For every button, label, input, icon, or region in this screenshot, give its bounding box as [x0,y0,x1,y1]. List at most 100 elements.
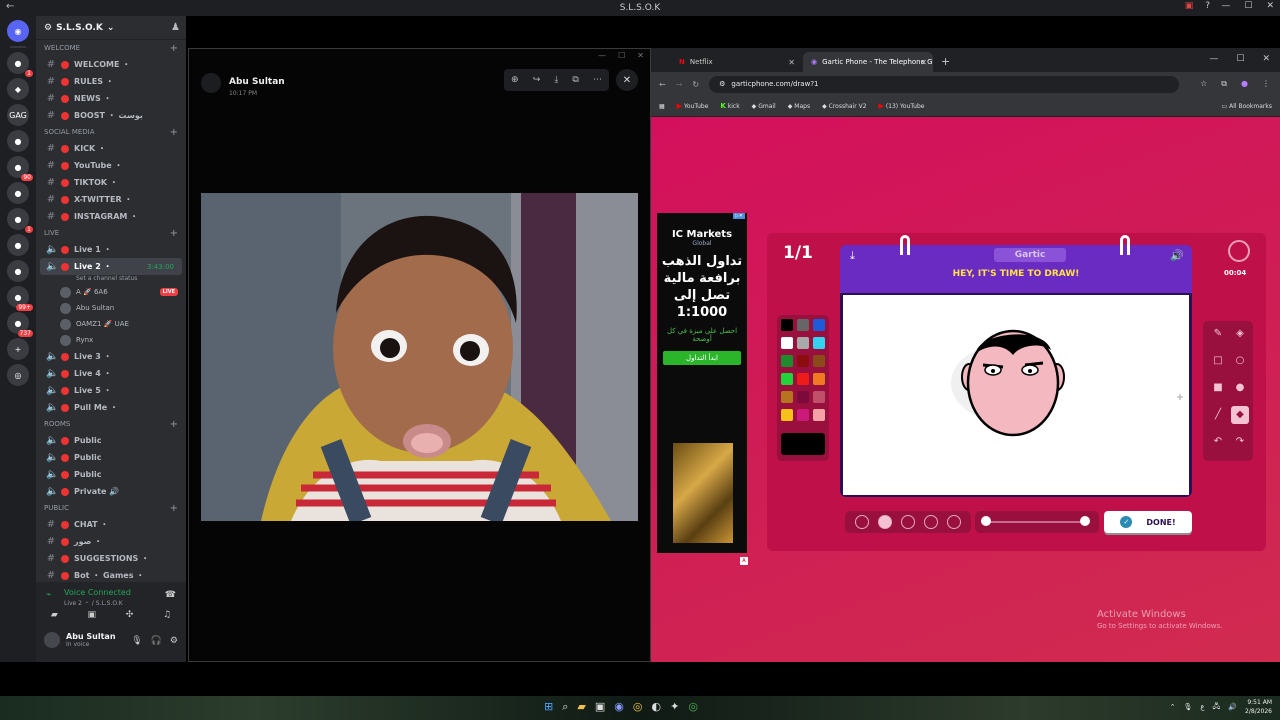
app-icon[interactable]: ✦ [670,700,679,714]
slider-handle[interactable] [1080,516,1090,526]
soundboard-icon[interactable]: ♫ [163,610,171,624]
color-swatch[interactable] [781,391,793,403]
color-swatch[interactable] [813,337,825,349]
minimize-icon[interactable]: — [1209,54,1218,64]
discord-icon[interactable]: ◉ [614,700,624,714]
maximize-icon[interactable]: ☐ [618,51,625,60]
avatar[interactable] [60,286,71,298]
back-arrow-icon[interactable]: ← [6,1,14,12]
plus-icon[interactable]: + [170,43,178,54]
channel-item[interactable]: # RULES ・ [36,73,186,90]
add-server-icon[interactable]: + [7,338,29,360]
channel-item[interactable]: # YouTube ・ [36,157,186,174]
color-swatch[interactable] [797,319,809,331]
channel-item[interactable]: 🔈 Live 3 ・ [36,348,186,365]
windows-start-icon[interactable]: ⊞ [544,700,553,714]
channel-item[interactable]: # TIKTOK ・ [36,174,186,191]
voice-connection[interactable]: ⌁ Voice Connected Live 2 ・ / S.L.S.O.K ☎ [36,582,186,607]
channel-item[interactable]: # KICK ・ [36,140,186,157]
size-option[interactable] [878,515,892,529]
category-rooms[interactable]: ROOMS + [36,416,186,432]
channel-item[interactable]: 🔈 Live 4 ・ [36,365,186,382]
ad-cta-button[interactable]: ابدأ التداول [663,351,741,365]
user-panel[interactable]: Abu Sultan In voice 🎙 🎧 ⚙ [36,624,186,648]
explore-icon[interactable]: ◎ [7,364,29,386]
close-viewer-button[interactable]: ✕ [616,69,638,91]
back-icon[interactable]: ← [659,80,666,89]
slider-handle[interactable] [981,516,991,526]
plus-icon[interactable]: + [170,503,178,514]
plus-icon[interactable]: + [170,127,178,138]
add-member-icon[interactable]: ♟ [171,22,180,33]
server-icon[interactable]: ◉ [7,20,29,42]
forward-icon[interactable]: ↪ [533,75,541,85]
chrome-active-icon[interactable]: ◎ [688,700,698,714]
color-swatch[interactable] [797,355,809,367]
color-swatch[interactable] [781,355,793,367]
minimize-icon[interactable]: — [598,51,606,60]
plus-icon[interactable]: + [170,419,178,430]
steam-icon[interactable]: ◐ [651,700,661,714]
all-bookmarks[interactable]: ▭ All Bookmarks [1222,103,1272,110]
tab-gartic[interactable]: ◉ Gartic Phone - The Telephone G ✕ [803,52,933,72]
opacity-slider[interactable] [975,511,1099,533]
close-icon[interactable]: ✕ [637,51,644,60]
voice-channel-live2[interactable]: 🔈 Live 2 ・ 3:43:00 [40,258,182,275]
more-icon[interactable]: ⋯ [593,75,602,85]
open-external-icon[interactable]: ⧉ [572,75,578,85]
server-icon[interactable]: ● [7,182,29,204]
ad-info-icon[interactable]: A [740,557,748,565]
channel-item[interactable]: # صور ・ [36,533,186,550]
color-swatch[interactable] [781,373,793,385]
color-swatch[interactable] [797,409,809,421]
profile-icon[interactable]: ● [1241,79,1248,89]
chevron-up-icon[interactable]: ⌃ [1170,703,1176,711]
voice-channel-live1[interactable]: 🔈 Live 1 ・ [36,241,186,258]
file-explorer-icon[interactable]: ▰ [577,700,585,714]
avatar[interactable] [60,334,71,346]
bookmark-item[interactable]: K kick [720,102,739,110]
channel-status[interactable]: Set a channel status [36,275,186,284]
volume-icon[interactable]: 🔊 [1170,249,1184,262]
ad-choices-icon[interactable]: ▷✕ [732,213,745,219]
undo-icon[interactable]: ↶ [1209,433,1227,451]
help-icon[interactable]: ? [1205,1,1210,11]
menu-icon[interactable]: ⋮ [1262,79,1270,89]
server-icon[interactable]: ● 99+ [7,286,33,311]
inbox-icon[interactable]: ▣ [1185,1,1194,11]
channel-item[interactable]: # NEWS ・ [36,90,186,107]
server-header[interactable]: ⚙ S.L.S.O.K ⌄ ♟ [36,16,186,40]
camera-off-icon[interactable]: ▰ [51,610,58,624]
voice-user[interactable]: Abu Sultan [36,300,186,316]
apps-grid-icon[interactable]: ▦ [659,103,665,110]
channel-item[interactable]: 🔈 Live 5 ・ [36,382,186,399]
tab-netflix[interactable]: N Netflix ✕ [671,52,801,72]
mic-icon[interactable]: 🎙 [1183,703,1192,711]
channel-item[interactable]: # CHAT ・ [36,516,186,533]
server-icon[interactable]: ● [7,130,29,152]
bookmark-star-icon[interactable]: ☆ [1200,79,1207,89]
server-icon[interactable]: ● [7,260,29,282]
line-icon[interactable]: ╱ [1209,406,1227,424]
color-swatch[interactable] [813,409,825,421]
color-swatch[interactable] [813,355,825,367]
bookmark-item[interactable]: ◆ Gmail [752,103,776,110]
bookmark-item[interactable]: ◆ Maps [788,103,810,110]
pencil-icon[interactable]: ✎ [1209,325,1227,343]
channel-item[interactable]: 🔈 Pull Me ・ [36,399,186,416]
channel-item[interactable]: 🔈 Public [36,432,186,449]
voice-user[interactable]: Rynx [36,332,186,348]
network-icon[interactable]: 🖧 [1213,702,1221,713]
avatar[interactable] [60,318,71,330]
channel-item[interactable]: # INSTAGRAM ・ [36,208,186,225]
reload-icon[interactable]: ↻ [692,80,699,89]
activity-icon[interactable]: ✣ [126,610,134,624]
headphones-icon[interactable]: 🎧 [151,636,162,646]
server-icon[interactable]: ● [7,234,29,256]
zoom-icon[interactable]: ⊕ [511,75,519,85]
filled-circle-icon[interactable]: ● [1231,379,1249,397]
color-swatch[interactable] [781,337,793,349]
download-icon[interactable]: ⤓ [554,75,558,85]
avatar[interactable] [44,632,60,648]
color-swatch[interactable] [813,319,825,331]
